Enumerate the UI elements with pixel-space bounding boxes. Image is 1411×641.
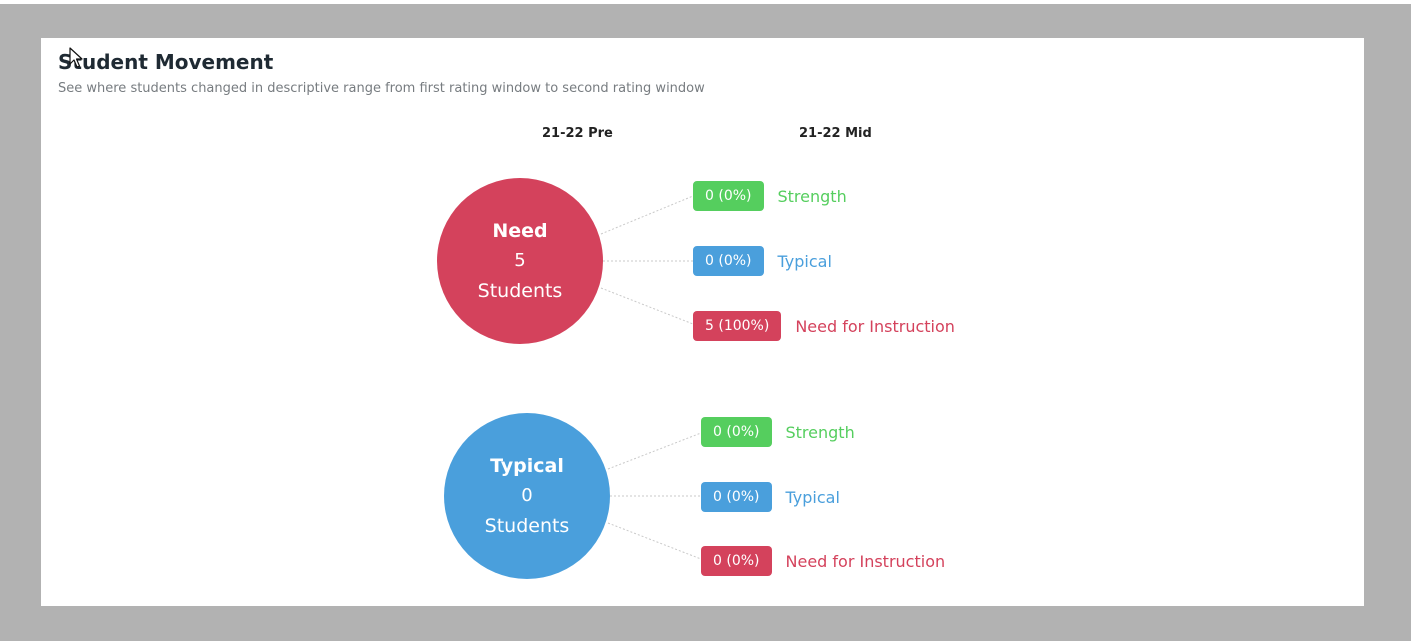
group-name: Typical (490, 455, 564, 477)
outcome-label: Need for Instruction (785, 551, 946, 571)
outcome-label: Need for Instruction (795, 316, 955, 336)
outcome-badge[interactable]: 0 (0%) (701, 417, 772, 447)
mouse-pointer-icon (69, 47, 83, 68)
outcome-badge[interactable]: 0 (0%) (693, 246, 764, 276)
outcome-row-strength: 0 (0%) Strength (693, 181, 847, 211)
outcome-row-need: 5 (100%) Need for Instruction (693, 311, 955, 341)
group-circle-typical[interactable]: Typical 0 Students (444, 413, 610, 579)
outcome-row-need: 0 (0%) Need for Instruction (701, 546, 945, 576)
page-title: Student Movement (58, 50, 274, 74)
outcome-badge[interactable]: 0 (0%) (693, 181, 764, 211)
outcome-label: Strength (777, 186, 847, 206)
outcome-label: Typical (777, 251, 832, 271)
connector-line-need (607, 522, 702, 560)
outcome-row-strength: 0 (0%) Strength (701, 417, 855, 447)
column-header-mid: 21-22 Mid (799, 126, 872, 141)
movement-group-typical: Typical 0 Students 0 (0%) Strength 0 (0%… (41, 413, 1364, 583)
outcome-badge[interactable]: 0 (0%) (701, 546, 772, 576)
group-unit: Students (484, 515, 570, 537)
outcome-label: Typical (785, 487, 840, 507)
outcome-label: Strength (785, 422, 855, 442)
connector-line-need (600, 287, 694, 325)
connector-line-strength (600, 195, 694, 235)
outcome-badge[interactable]: 0 (0%) (701, 482, 772, 512)
connector-line-strength (607, 432, 702, 470)
outcome-row-typical: 0 (0%) Typical (701, 482, 840, 512)
outcome-row-typical: 0 (0%) Typical (693, 246, 832, 276)
group-count: 5 (514, 250, 526, 271)
outcome-badge[interactable]: 5 (100%) (693, 311, 782, 341)
student-movement-panel: Student Movement See where students chan… (41, 38, 1364, 606)
page-subtitle: See where students changed in descriptiv… (58, 81, 705, 96)
top-edge (0, 0, 1411, 4)
column-header-pre: 21-22 Pre (542, 126, 613, 141)
group-circle-need[interactable]: Need 5 Students (437, 178, 603, 344)
group-unit: Students (477, 280, 563, 302)
group-name: Need (492, 220, 548, 242)
group-count: 0 (521, 485, 533, 506)
movement-group-need: Need 5 Students 0 (0%) Strength 0 (0%) T… (41, 178, 1364, 348)
